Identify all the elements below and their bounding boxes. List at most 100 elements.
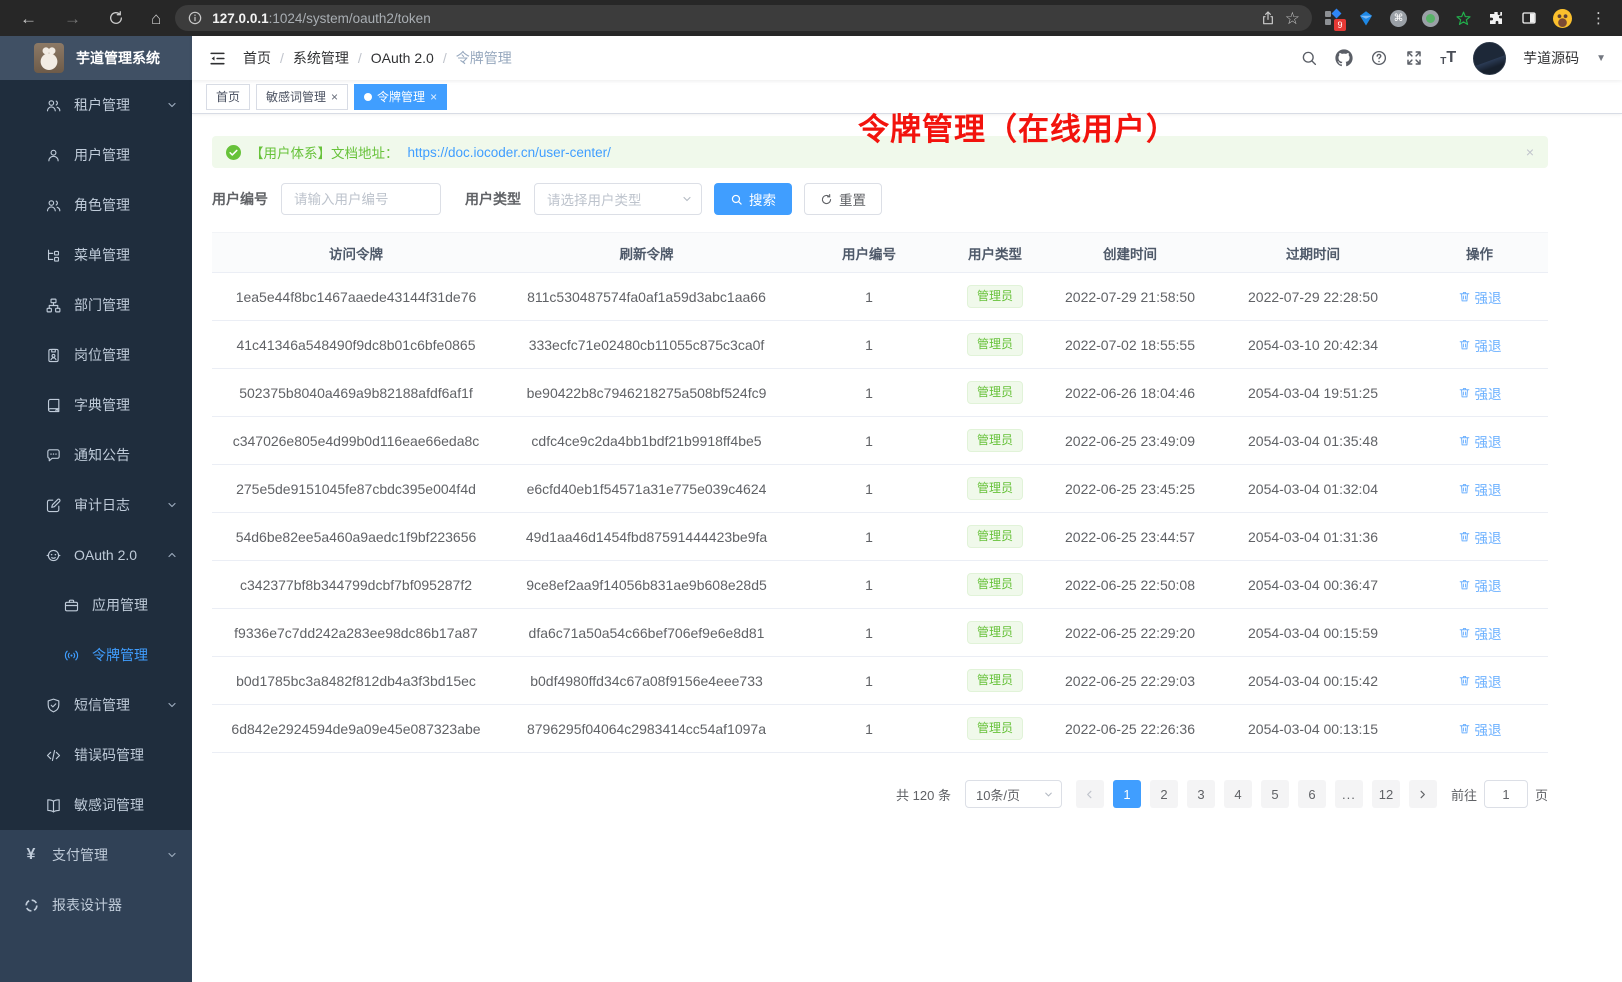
fullscreen-icon[interactable] <box>1405 49 1423 67</box>
gem-extension-icon[interactable] <box>1357 9 1375 27</box>
browser-back-icon[interactable]: ← <box>20 10 37 27</box>
extension-layout-diamond-icon[interactable]: 9 <box>1324 9 1342 27</box>
star-extension-icon[interactable] <box>1454 9 1472 27</box>
user-type-cell: 管理员 <box>945 561 1045 609</box>
sidebar-item-post[interactable]: 岗位管理 <box>0 330 192 380</box>
force-logout-label: 强退 <box>1475 431 1502 451</box>
shield-check-icon <box>44 697 62 714</box>
bookmark-star-icon[interactable]: ☆ <box>1285 10 1300 27</box>
share-icon[interactable] <box>1260 10 1276 26</box>
page-button-3[interactable]: 3 <box>1187 780 1215 808</box>
sidebar-item-dept[interactable]: 部门管理 <box>0 280 192 330</box>
force-logout-button[interactable]: 强退 <box>1458 623 1502 643</box>
force-logout-button[interactable]: 强退 <box>1458 335 1502 355</box>
sidebar-item-app-manage[interactable]: 应用管理 <box>0 580 192 630</box>
force-logout-button[interactable]: 强退 <box>1458 719 1502 739</box>
refresh-token-cell: 333ecfc71e02480cb11055c875c3ca0f <box>500 321 793 369</box>
sidebar-item-notice[interactable]: 通知公告 <box>0 430 192 480</box>
sidebar-item-token-manage[interactable]: 令牌管理 <box>0 630 192 680</box>
user-type-tag: 管理员 <box>967 381 1023 403</box>
sidebar-item-sensitive-word[interactable]: 敏感词管理 <box>0 780 192 830</box>
page-size-select[interactable]: 10条/页 <box>965 780 1062 808</box>
command-extension-icon[interactable]: ⌘ <box>1390 10 1407 27</box>
sidebar-item-tenant[interactable]: 租户管理 <box>0 80 192 130</box>
sidebar-item-payment[interactable]: ¥支付管理 <box>0 830 192 880</box>
url-text: 127.0.0.1:1024/system/oauth2/token <box>212 11 1250 26</box>
force-logout-button[interactable]: 强退 <box>1458 527 1502 547</box>
force-logout-button[interactable]: 强退 <box>1458 431 1502 451</box>
next-page-button[interactable] <box>1409 780 1437 808</box>
tab-home[interactable]: 首页 <box>206 84 250 110</box>
browser-reload-icon[interactable] <box>108 10 124 26</box>
page-content: 【用户体系】文档地址： https://doc.iocoder.cn/user-… <box>192 114 1568 808</box>
force-logout-button[interactable]: 强退 <box>1458 575 1502 595</box>
sidebar-item-role[interactable]: 角色管理 <box>0 180 192 230</box>
prev-page-button[interactable] <box>1076 780 1104 808</box>
sidebar-item-sms[interactable]: 短信管理 <box>0 680 192 730</box>
access-token-cell: c347026e805e4d99b0d116eae66eda8c <box>212 417 500 465</box>
recorder-extension-icon[interactable] <box>1422 10 1439 27</box>
search-button[interactable]: 搜索 <box>714 183 792 215</box>
browser-url-bar[interactable]: 127.0.0.1:1024/system/oauth2/token ☆ <box>175 5 1312 31</box>
force-logout-button[interactable]: 强退 <box>1458 287 1502 307</box>
force-logout-button[interactable]: 强退 <box>1458 383 1502 403</box>
app-logo[interactable]: 芋道管理系统 <box>0 36 192 80</box>
breadcrumb-item[interactable]: OAuth 2.0 <box>371 50 434 66</box>
breadcrumb-item[interactable]: 系统管理 <box>293 48 349 68</box>
tab-close-icon[interactable]: × <box>331 91 338 103</box>
page-button-6[interactable]: 6 <box>1298 780 1326 808</box>
sidebar-item-error-code[interactable]: 错误码管理 <box>0 730 192 780</box>
user-type-tag: 管理员 <box>967 333 1023 355</box>
chevron-down-icon[interactable]: ▼ <box>1596 53 1606 64</box>
sidebar-item-menu[interactable]: 菜单管理 <box>0 230 192 280</box>
user-id-cell: 1 <box>793 561 945 609</box>
sidebar-item-report-designer[interactable]: 报表设计器 <box>0 880 192 930</box>
sidebar-extension-icon[interactable] <box>1520 9 1538 27</box>
search-button-label: 搜索 <box>749 189 776 209</box>
browser-forward-icon[interactable]: → <box>64 10 81 27</box>
page-button-12[interactable]: 12 <box>1372 780 1400 808</box>
doc-link[interactable]: https://doc.iocoder.cn/user-center/ <box>408 145 611 160</box>
user-type-cell: 管理员 <box>945 273 1045 321</box>
site-info-icon[interactable] <box>187 10 203 26</box>
user-id-input[interactable] <box>281 183 441 215</box>
create-time-cell: 2022-06-25 22:29:03 <box>1045 657 1215 705</box>
sidebar-item-dict[interactable]: 字典管理 <box>0 380 192 430</box>
jump-page-input[interactable] <box>1484 780 1528 808</box>
user-type-cell: 管理员 <box>945 369 1045 417</box>
user-type-tag: 管理员 <box>967 717 1023 739</box>
tab-close-icon[interactable]: × <box>430 91 437 103</box>
puzzle-extension-icon[interactable] <box>1487 9 1505 27</box>
browser-menu-icon[interactable]: ⋮ <box>1587 9 1606 27</box>
refresh-token-cell: cdfc4ce9c2da4bb1bdf21b9918ff4be5 <box>500 417 793 465</box>
search-icon[interactable] <box>1300 49 1318 67</box>
font-size-icon[interactable]: TT <box>1440 49 1456 67</box>
search-form: 用户编号 用户类型 请选择用户类型 搜索 重置 <box>212 183 1568 215</box>
sidebar-item-audit-log[interactable]: 审计日志 <box>0 480 192 530</box>
reset-button[interactable]: 重置 <box>804 183 882 215</box>
page-button-2[interactable]: 2 <box>1150 780 1178 808</box>
breadcrumb-item[interactable]: 首页 <box>243 48 271 68</box>
help-icon[interactable] <box>1370 49 1388 67</box>
username[interactable]: 芋道源码 <box>1523 48 1579 68</box>
force-logout-button[interactable]: 强退 <box>1458 479 1502 499</box>
user-avatar[interactable] <box>1473 42 1506 75</box>
force-logout-button[interactable]: 强退 <box>1458 671 1502 691</box>
browser-home-icon[interactable]: ⌂ <box>151 10 161 27</box>
user-type-select[interactable]: 请选择用户类型 <box>534 183 702 215</box>
alert-close-icon[interactable]: × <box>1526 144 1534 160</box>
sidebar-fold-icon[interactable] <box>208 49 227 68</box>
alert-text: 【用户体系】文档地址： <box>250 142 399 162</box>
pager-more-button[interactable]: ... <box>1335 780 1363 808</box>
sidebar-item-oauth2[interactable]: OAuth 2.0 <box>0 530 192 580</box>
tab-token-manage[interactable]: 令牌管理× <box>354 84 447 110</box>
emoji-profile-icon[interactable] <box>1553 9 1572 28</box>
column-header: 过期时间 <box>1215 233 1411 273</box>
page-button-4[interactable]: 4 <box>1224 780 1252 808</box>
browser-chrome: ← → ⌂ 127.0.0.1:1024/system/oauth2/token… <box>0 0 1622 36</box>
github-icon[interactable] <box>1335 49 1353 67</box>
page-button-5[interactable]: 5 <box>1261 780 1289 808</box>
page-button-1[interactable]: 1 <box>1113 780 1141 808</box>
tab-sensitive-word[interactable]: 敏感词管理× <box>256 84 348 110</box>
sidebar-item-user[interactable]: 用户管理 <box>0 130 192 180</box>
